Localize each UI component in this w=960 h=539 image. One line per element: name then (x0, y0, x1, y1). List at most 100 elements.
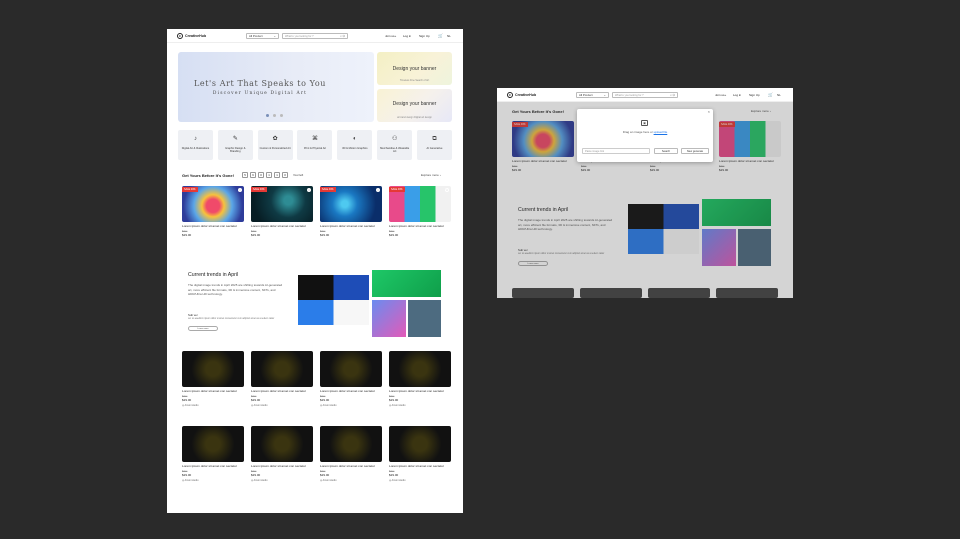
product-card[interactable]: Lorem ipsum dolor sit amet con sectetur $… (251, 426, 313, 482)
product-image: SALE 40% ♡ (251, 186, 313, 222)
carousel-dot[interactable] (280, 114, 283, 117)
product-card[interactable]: SALE 40% ♡ Lorem ipsum dolor sit amet con… (182, 186, 244, 237)
upload-file-link[interactable]: upload file (654, 130, 668, 134)
artist-label[interactable]: ◎ Amoni studio (251, 479, 313, 482)
artist-name: Amoni studio (322, 404, 337, 407)
cart-icon[interactable]: 🛒 (768, 92, 773, 97)
close-icon[interactable]: × (708, 109, 710, 114)
category-label: Merchandise & Wearable Art (380, 147, 410, 154)
product-title: Lorem ipsum dolor sit amet con sectetur (320, 224, 376, 228)
category-label: Digital Art & Illustrations (181, 147, 210, 150)
product-title: Lorem ipsum dolor sit amet con sectetur (251, 389, 307, 393)
artist-label[interactable]: ◎ Amoni studio (320, 479, 382, 482)
product-price: $29.00 (389, 473, 399, 477)
search-icon[interactable]: ⌕ ◎ (340, 34, 345, 39)
heart-icon[interactable]: ♡ (445, 188, 449, 192)
cart-icon[interactable]: 🛒 (438, 33, 443, 38)
heart-icon[interactable]: ♡ (376, 188, 380, 192)
product-title: Lorem ipsum dolor sit amet con sectetur (320, 389, 376, 393)
product-image: SALE 40% ♡ (320, 186, 382, 222)
product-title: Lorem ipsum dolor sit amet con sectetur (389, 224, 445, 228)
product-card[interactable]: Lorem ipsum dolor sit amet con sectetur $… (251, 351, 313, 407)
artist-label[interactable]: ◎ Amoni studio (389, 404, 451, 407)
artist-label[interactable]: ◎ Amoni studio (320, 404, 382, 407)
carousel-dot[interactable] (266, 114, 269, 117)
login-link[interactable]: Log in (403, 34, 411, 38)
artist-label[interactable]: ◎ Amoni studio (251, 404, 313, 407)
category-label: Print & Physical Art (303, 147, 327, 150)
product-image (320, 426, 382, 462)
join-link[interactable]: Join us+ (385, 34, 396, 38)
category-card[interactable]: ♪ Digital Art & Illustrations (178, 130, 213, 160)
product-card[interactable]: SALE 40% ♡ Lorem ipsum dolor sit amet con… (389, 186, 451, 237)
heart-icon[interactable]: ♡ (307, 188, 311, 192)
drop-zone[interactable]: Drag an image here or upload file (577, 130, 713, 134)
product-price: $29.00 (182, 473, 192, 477)
language-switch[interactable]: NL (777, 93, 781, 97)
search-placeholder: What're you looking for ? (285, 35, 314, 38)
brand-logo[interactable]: C CreativeHub (177, 33, 206, 39)
signup-link[interactable]: Sign Up (749, 93, 760, 97)
product-image (389, 426, 451, 462)
deals-heading: Get Yours Before It's Gone! (182, 173, 234, 178)
pen-nib-icon: ✎ (232, 136, 238, 142)
artist-label[interactable]: ◎ Amoni studio (182, 479, 244, 482)
category-card[interactable]: ✿ Custom & Personalized Art (257, 130, 293, 160)
category-card[interactable]: ⧉ AI Generative (416, 130, 452, 160)
join-link[interactable]: Join us+ (715, 93, 726, 97)
product-image: SALE 40% ♡ (389, 186, 451, 222)
carousel-dot[interactable] (273, 114, 276, 117)
search-input[interactable]: What're you looking for ? ⌕ ◎ (282, 33, 348, 39)
product-card[interactable]: SALE 40% ♡ Lorem ipsum dolor sit amet con… (251, 186, 313, 237)
hero-title: Let's Art That Speaks to You (193, 79, 326, 88)
login-link[interactable]: Log in (733, 93, 741, 97)
search-button[interactable]: Search (654, 148, 678, 154)
product-card[interactable]: Lorem ipsum dolor sit amet con sectetur $… (320, 426, 382, 482)
product-title: Lorem ipsum dolor sit amet con sectetur (320, 464, 376, 468)
chevron-down-icon: ⌄ (273, 34, 276, 38)
product-card[interactable]: Lorem ipsum dolor sit amet con sectetur $… (182, 426, 244, 482)
product-price: $29.00 (320, 398, 330, 402)
image-link-input[interactable]: Paste image link (582, 148, 650, 154)
artist-name: Amoni studio (184, 404, 199, 407)
category-label: Custom & Personalized Art (259, 147, 291, 150)
product-image (251, 351, 313, 387)
product-card[interactable]: Lorem ipsum dolor sit amet con sectetur $… (389, 351, 451, 407)
category-card[interactable]: ⚇ Merchandise & Wearable Art (377, 130, 413, 160)
category-card[interactable]: ✎ Graphic Design & Branding (217, 130, 253, 160)
hero-banner[interactable]: Let's Art That Speaks to You Discover Un… (178, 52, 374, 122)
heart-icon[interactable]: ♡ (238, 188, 242, 192)
product-card[interactable]: Lorem ipsum dolor sit amet con sectetur $… (182, 351, 244, 407)
explore-more-link[interactable]: Explore more › (421, 173, 441, 177)
product-title: Lorem ipsum dolor sit amet con sectetur (389, 464, 445, 468)
category-select-value: All Product (249, 34, 263, 38)
product-card[interactable]: Lorem ipsum dolor sit amet con sectetur $… (320, 351, 382, 407)
search-icon[interactable]: ⌕ ◎ (670, 93, 675, 98)
brand-logo[interactable]: C CreativeHub (507, 92, 536, 98)
category-select[interactable]: All Product ⌄ (246, 33, 279, 39)
side-banner-2[interactable]: Design your banner ai brand design Digit… (377, 89, 452, 122)
explore-more-label: Explore more (421, 173, 439, 177)
artist-label[interactable]: ◎ Amoni studio (389, 479, 451, 482)
category-card[interactable]: ⌘ Print & Physical Art (297, 130, 333, 160)
upload-modal-frame: C CreativeHub All Product ⌄ What're you l… (497, 88, 793, 298)
product-card[interactable]: Lorem ipsum dolor sit amet con sectetur $… (389, 426, 451, 482)
category-select[interactable]: All Product ⌄ (576, 92, 609, 98)
artist-label[interactable]: ◎ Amoni studio (182, 404, 244, 407)
brand-name: CreativeHub (185, 34, 207, 38)
new-generate-button[interactable]: New generate (681, 148, 709, 154)
product-card[interactable]: SALE 40% ♡ Lorem ipsum dolor sit amet con… (320, 186, 382, 237)
homepage-frame: C CreativeHub All Product ⌄ What're you l… (167, 29, 463, 513)
language-switch[interactable]: NL (447, 34, 451, 38)
side-banner-1[interactable]: Design your banner Timeless Fine Search … (377, 52, 452, 85)
learn-more-button[interactable]: Learn more (188, 326, 218, 331)
product-image: SALE 40% ♡ (182, 186, 244, 222)
side-banner-caption: ai brand design Digital art design (397, 116, 432, 119)
logo-icon: C (507, 92, 513, 98)
artist-name: Amoni studio (184, 479, 199, 482)
signup-link[interactable]: Sign Up (419, 34, 430, 38)
product-title: Lorem ipsum dolor sit amet con sectetur (182, 464, 238, 468)
sale-badge: SALE 40% (251, 187, 267, 192)
search-input[interactable]: What're you looking for ? ⌕ ◎ (612, 92, 678, 98)
category-card[interactable]: ◐ 3D & Motion Graphics (337, 130, 373, 160)
